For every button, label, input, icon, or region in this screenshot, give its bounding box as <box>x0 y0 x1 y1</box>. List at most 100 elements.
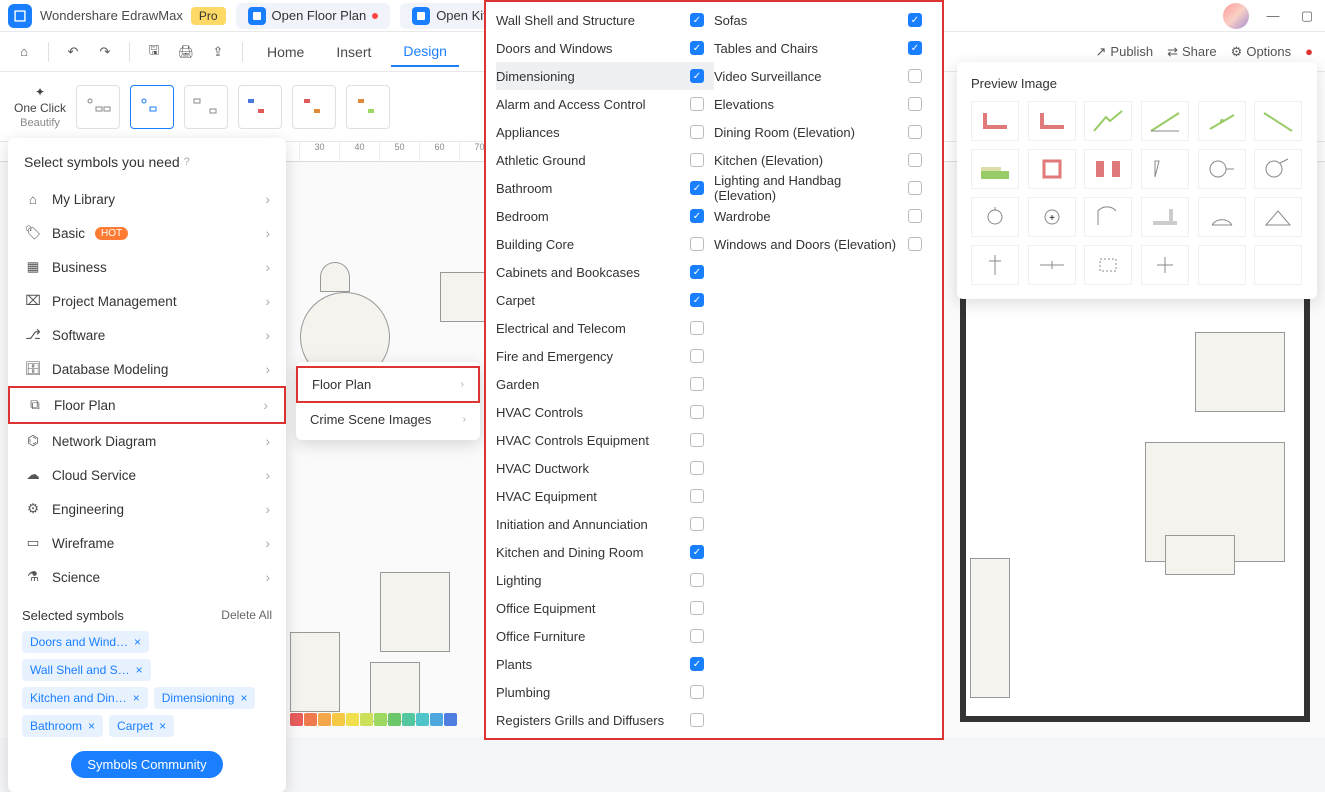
preview-symbol-4[interactable] <box>1198 101 1246 141</box>
color-swatch[interactable] <box>444 713 457 726</box>
check-bedroom[interactable]: Bedroom ✓ <box>496 202 714 230</box>
options-button[interactable]: ⚙ Options <box>1231 44 1291 60</box>
checkbox-icon[interactable] <box>690 601 704 615</box>
check-kitchen-and-dining-room[interactable]: Kitchen and Dining Room ✓ <box>496 538 714 566</box>
save-icon[interactable]: 🖫 <box>142 40 166 64</box>
checkbox-icon[interactable]: ✓ <box>690 265 704 279</box>
color-swatch[interactable] <box>332 713 345 726</box>
delete-all-button[interactable]: Delete All <box>221 608 272 623</box>
check-windows-and-doors-elevation-[interactable]: Windows and Doors (Elevation) <box>714 230 932 258</box>
category-item-software[interactable]: ⎇ Software › <box>8 318 286 352</box>
check-wardrobe[interactable]: Wardrobe <box>714 202 932 230</box>
check-hvac-controls[interactable]: HVAC Controls <box>496 398 714 426</box>
home-icon[interactable]: ⌂ <box>12 40 36 64</box>
check-bathroom[interactable]: Bathroom ✓ <box>496 174 714 202</box>
preview-symbol-14[interactable] <box>1084 197 1132 237</box>
check-lighting-and-handbag-elevation-[interactable]: Lighting and Handbag (Elevation) <box>714 174 932 202</box>
color-swatch[interactable] <box>374 713 387 726</box>
checkbox-icon[interactable]: ✓ <box>690 293 704 307</box>
layout-option-2[interactable] <box>130 85 174 129</box>
symbols-community-button[interactable]: Symbols Community <box>71 751 222 778</box>
check-carpet[interactable]: Carpet ✓ <box>496 286 714 314</box>
layout-option-5[interactable] <box>292 85 336 129</box>
preview-symbol-20[interactable] <box>1084 245 1132 285</box>
layout-option-1[interactable] <box>76 85 120 129</box>
chip-kitchen-and-din-[interactable]: Kitchen and Din…× <box>22 687 148 709</box>
preview-symbol-19[interactable] <box>1028 245 1076 285</box>
check-dimensioning[interactable]: Dimensioning ✓ <box>496 62 714 90</box>
preview-symbol-15[interactable] <box>1141 197 1189 237</box>
checkbox-icon[interactable]: ✓ <box>690 13 704 27</box>
checkbox-icon[interactable]: ✓ <box>908 41 922 55</box>
undo-icon[interactable]: ↶ <box>61 40 85 64</box>
preview-symbol-2[interactable] <box>1084 101 1132 141</box>
checkbox-icon[interactable]: ✓ <box>690 41 704 55</box>
check-plumbing[interactable]: Plumbing <box>496 678 714 706</box>
layout-option-6[interactable] <box>346 85 390 129</box>
check-building-core[interactable]: Building Core <box>496 230 714 258</box>
preview-symbol-0[interactable] <box>971 101 1019 141</box>
layout-option-3[interactable] <box>184 85 228 129</box>
check-appliances[interactable]: Appliances <box>496 118 714 146</box>
checkbox-icon[interactable] <box>908 209 922 223</box>
checkbox-icon[interactable] <box>908 69 922 83</box>
check-registers-grills-and-diffusers[interactable]: Registers Grills and Diffusers <box>496 706 714 734</box>
checkbox-icon[interactable] <box>908 153 922 167</box>
checkbox-icon[interactable] <box>908 97 922 111</box>
category-item-science[interactable]: ⚗ Science › <box>8 560 286 594</box>
color-swatch[interactable] <box>430 713 443 726</box>
share-button[interactable]: ⇄ Share <box>1167 44 1217 60</box>
chip-bathroom[interactable]: Bathroom× <box>22 715 103 737</box>
tab-floor-plan[interactable]: Open Floor Plan <box>236 3 391 29</box>
layout-option-4[interactable] <box>238 85 282 129</box>
check-video-surveillance[interactable]: Video Surveillance <box>714 62 932 90</box>
chip-remove-icon[interactable]: × <box>240 691 247 705</box>
color-swatch[interactable] <box>388 713 401 726</box>
submenu-floor-plan[interactable]: Floor Plan› <box>296 366 480 403</box>
check-garden[interactable]: Garden <box>496 370 714 398</box>
check-kitchen-elevation-[interactable]: Kitchen (Elevation) <box>714 146 932 174</box>
user-avatar[interactable] <box>1223 3 1249 29</box>
preview-symbol-16[interactable] <box>1198 197 1246 237</box>
checkbox-icon[interactable]: ✓ <box>690 69 704 83</box>
checkbox-icon[interactable] <box>690 321 704 335</box>
preview-symbol-5[interactable] <box>1254 101 1302 141</box>
chip-remove-icon[interactable]: × <box>159 719 166 733</box>
checkbox-icon[interactable] <box>690 349 704 363</box>
color-swatch[interactable] <box>290 713 303 726</box>
check-hvac-controls-equipment[interactable]: HVAC Controls Equipment <box>496 426 714 454</box>
redo-icon[interactable]: ↷ <box>93 40 117 64</box>
chip-carpet[interactable]: Carpet× <box>109 715 174 737</box>
checkbox-icon[interactable] <box>908 181 922 195</box>
check-plants[interactable]: Plants ✓ <box>496 650 714 678</box>
check-alarm-and-access-control[interactable]: Alarm and Access Control <box>496 90 714 118</box>
chip-doors-and-wind-[interactable]: Doors and Wind…× <box>22 631 149 653</box>
preview-symbol-18[interactable] <box>971 245 1019 285</box>
checkbox-icon[interactable] <box>690 713 704 727</box>
checkbox-icon[interactable]: ✓ <box>690 657 704 671</box>
export-icon[interactable]: ⇪ <box>206 40 230 64</box>
category-item-business[interactable]: ▦ Business › <box>8 250 286 284</box>
preview-symbol-11[interactable] <box>1254 149 1302 189</box>
checkbox-icon[interactable] <box>690 377 704 391</box>
checkbox-icon[interactable] <box>690 433 704 447</box>
checkbox-icon[interactable] <box>690 629 704 643</box>
preview-symbol-10[interactable] <box>1198 149 1246 189</box>
minimize-icon[interactable]: — <box>1263 6 1283 26</box>
color-swatch[interactable] <box>402 713 415 726</box>
help-icon[interactable]: ? <box>184 156 190 168</box>
notification-icon[interactable]: ● <box>1305 44 1313 59</box>
preview-symbol-3[interactable] <box>1141 101 1189 141</box>
preview-symbol-1[interactable] <box>1028 101 1076 141</box>
checkbox-icon[interactable]: ✓ <box>690 545 704 559</box>
preview-symbol-13[interactable]: + <box>1028 197 1076 237</box>
publish-button[interactable]: ↗ Publish <box>1096 44 1154 60</box>
category-item-project-management[interactable]: ⌧ Project Management › <box>8 284 286 318</box>
check-fire-and-emergency[interactable]: Fire and Emergency <box>496 342 714 370</box>
check-office-furniture[interactable]: Office Furniture <box>496 622 714 650</box>
color-swatch[interactable] <box>360 713 373 726</box>
checkbox-icon[interactable]: ✓ <box>690 209 704 223</box>
chip-remove-icon[interactable]: × <box>133 691 140 705</box>
preview-symbol-7[interactable] <box>1028 149 1076 189</box>
preview-symbol-21[interactable] <box>1141 245 1189 285</box>
